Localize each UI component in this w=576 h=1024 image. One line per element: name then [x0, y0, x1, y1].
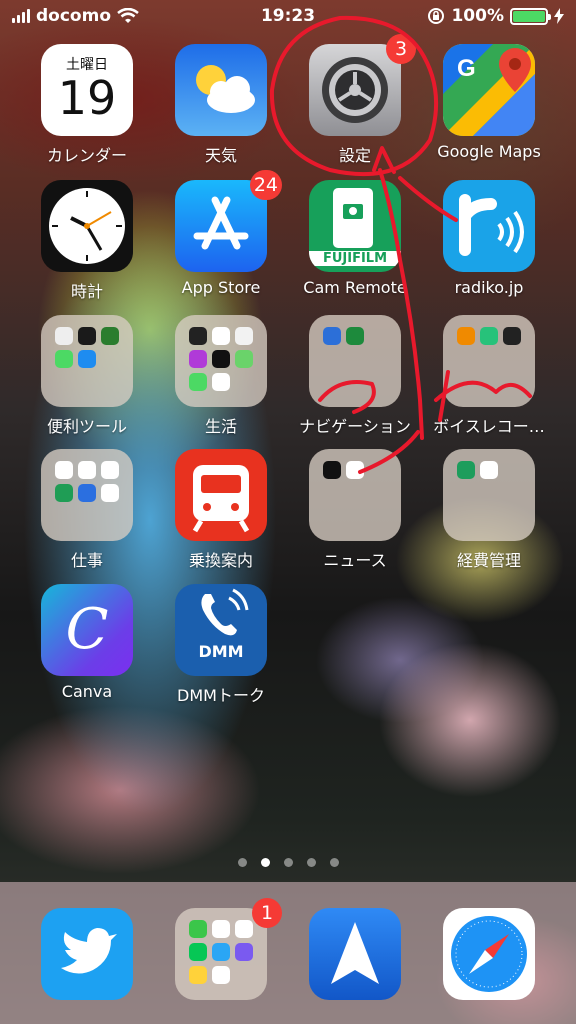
svg-text:G: G: [457, 55, 476, 82]
dmm-logo: DMM: [198, 642, 244, 661]
app-label: ニュース: [323, 551, 387, 570]
app-label: radiko.jp: [454, 278, 524, 297]
app-label: App Store: [181, 278, 261, 297]
app-google-maps[interactable]: G Google Maps: [424, 44, 554, 161]
folder-icon: [175, 315, 267, 407]
app-cam-remote[interactable]: FUJIFILM Cam Remote: [290, 180, 420, 297]
dock-app-twitter[interactable]: [22, 908, 152, 1000]
folder-icon: [309, 449, 401, 541]
app-radiko[interactable]: radiko.jp: [424, 180, 554, 297]
folder-seikatsu[interactable]: 生活: [156, 315, 286, 437]
app-label: 生活: [204, 417, 237, 436]
train-icon: [175, 449, 267, 541]
battery-icon: [510, 7, 551, 25]
cam-remote-icon: FUJIFILM: [309, 180, 401, 272]
folder-navigation[interactable]: ナビゲーション: [290, 315, 420, 437]
radiko-icon: [443, 180, 535, 272]
folder-icon: [41, 315, 133, 407]
app-label: 設定: [338, 146, 371, 165]
folder-expenses[interactable]: 経費管理: [424, 449, 554, 571]
clock-icon: [41, 180, 133, 272]
dock-app-spark[interactable]: [290, 908, 420, 1000]
dmm-talk-icon: DMM: [175, 584, 267, 676]
folder-icon: [443, 315, 535, 407]
battery-percent: 100%: [451, 6, 504, 26]
app-label: DMMトーク: [177, 686, 265, 705]
folder-icon: [41, 449, 133, 541]
app-label: Google Maps: [437, 142, 541, 161]
fujifilm-logo: FUJIFILM: [309, 251, 401, 266]
google-maps-icon: G: [443, 44, 535, 136]
dock-app-safari[interactable]: [424, 908, 554, 1000]
notification-badge: 1: [252, 898, 282, 928]
calendar-icon: 土曜日 19: [41, 44, 133, 136]
app-label: 乗換案内: [188, 551, 253, 570]
app-label: 便利ツール: [46, 417, 127, 436]
app-label: Cam Remote: [303, 278, 407, 297]
app-label: 時計: [70, 282, 103, 301]
app-label: ボイスレコー…: [433, 417, 545, 436]
app-label: 仕事: [70, 551, 103, 570]
app-label: Canva: [61, 682, 113, 701]
settings-gear-icon: [309, 44, 401, 136]
app-calendar[interactable]: 土曜日 19 カレンダー: [22, 44, 152, 166]
dock: 1: [0, 882, 576, 1024]
app-label: カレンダー: [46, 146, 127, 165]
charging-bolt-icon: [554, 8, 564, 24]
calendar-day: 19: [57, 71, 117, 125]
folder-icon: [443, 449, 535, 541]
page-dot[interactable]: [306, 858, 316, 867]
folder-icon: [175, 908, 267, 1000]
status-bar: docomo 19:23 100%: [0, 0, 576, 34]
page-dot[interactable]: [283, 858, 293, 867]
notification-badge: 3: [386, 34, 416, 64]
folder-news[interactable]: ニュース: [290, 449, 420, 571]
orientation-lock-icon: [428, 8, 445, 24]
dock-folder[interactable]: 1: [156, 898, 286, 1000]
app-clock[interactable]: 時計: [22, 180, 152, 302]
notification-badge: 24: [249, 170, 282, 200]
folder-benri-tools[interactable]: 便利ツール: [22, 315, 152, 437]
app-settings[interactable]: 3 設定: [290, 34, 420, 166]
canva-icon: C: [41, 584, 133, 676]
page-indicator[interactable]: [0, 858, 576, 867]
app-canva[interactable]: C Canva: [22, 584, 152, 701]
paper-plane-icon: [309, 908, 401, 1000]
page-dot-active[interactable]: [260, 858, 270, 867]
app-label: 経費管理: [456, 551, 521, 570]
app-dmm-talk[interactable]: DMM DMMトーク: [156, 584, 286, 706]
folder-voice-recorder[interactable]: ボイスレコー…: [424, 315, 554, 437]
folder-shigoto[interactable]: 仕事: [22, 449, 152, 571]
app-label: ナビゲーション: [299, 417, 411, 436]
compass-icon: [443, 908, 535, 1000]
canva-logo: C: [65, 597, 109, 662]
weather-icon: [175, 44, 267, 136]
page-dot[interactable]: [237, 858, 247, 867]
app-label: 天気: [204, 146, 237, 165]
twitter-bird-icon: [41, 908, 133, 1000]
app-transfer[interactable]: 乗換案内: [156, 449, 286, 571]
app-app-store[interactable]: 24 App Store: [156, 170, 286, 297]
page-dot[interactable]: [329, 858, 339, 867]
app-weather[interactable]: 天気: [156, 44, 286, 166]
folder-icon: [309, 315, 401, 407]
